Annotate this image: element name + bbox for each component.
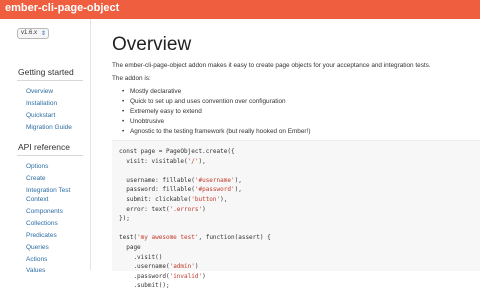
- sidebar-item-installation[interactable]: Installation: [26, 99, 57, 108]
- sidebar-item-integration-test[interactable]: Integration Test: [26, 186, 70, 195]
- code-line: submit: clickable('button'),: [119, 196, 228, 203]
- feature-bullet: Mostly declarative: [122, 88, 181, 95]
- feature-bullet: Unobtrusive: [122, 118, 164, 125]
- sidebar-item-integration-test-context[interactable]: Context: [26, 195, 48, 204]
- version-select-value: v1.6.x: [21, 30, 38, 36]
- sidebar-item-collections[interactable]: Collections: [26, 219, 58, 228]
- sidebar-item-values[interactable]: Values: [26, 266, 45, 275]
- top-bar: ember-cli-page-object: [0, 0, 480, 19]
- site-title[interactable]: ember-cli-page-object: [5, 2, 119, 14]
- code-line: username: fillable('#username'),: [119, 176, 242, 184]
- code-line: });: [119, 215, 130, 223]
- sidebar-item-quickstart[interactable]: Quickstart: [26, 111, 55, 120]
- feature-bullet: Quick to set up and uses convention over…: [122, 98, 286, 105]
- code-block: const page = PageObject.create({ visit: …: [112, 140, 480, 289]
- code-line: .username('admin'): [119, 263, 199, 271]
- intro-paragraph: The ember-cli-page-object addon makes it…: [112, 62, 431, 69]
- chevron-updown-icon: ⇕: [40, 31, 46, 37]
- sidebar-item-predicates[interactable]: Predicates: [26, 231, 57, 240]
- sidebar-heading-api-reference: API reference: [18, 142, 70, 152]
- sidebar-heading-getting-started: Getting started: [18, 67, 74, 77]
- sidebar-divider: [17, 155, 83, 156]
- code-line: visit: visitable('/'),: [119, 157, 206, 165]
- sidebar-divider: [17, 80, 83, 81]
- sidebar-item-migration-guide[interactable]: Migration Guide: [26, 123, 72, 132]
- sidebar-item-overview[interactable]: Overview: [26, 87, 53, 96]
- sidebar-item-actions[interactable]: Actions: [26, 255, 47, 264]
- code-line: .password('invalid'): [119, 272, 206, 280]
- version-select[interactable]: v1.6.x ⇕: [17, 28, 49, 39]
- feature-bullet: Extremely easy to extend: [122, 108, 202, 115]
- sidebar-item-create[interactable]: Create: [26, 174, 46, 183]
- sidebar-item-components[interactable]: Components: [26, 207, 63, 216]
- page-title: Overview: [112, 34, 192, 55]
- addon-is-label: The addon is:: [112, 75, 151, 82]
- code-line: error: text('.errors'): [119, 205, 206, 213]
- code-line: .visit(): [119, 253, 163, 261]
- code-line: page: [119, 244, 141, 251]
- sidebar-item-options[interactable]: Options: [26, 162, 48, 171]
- sidebar-item-queries[interactable]: Queries: [26, 243, 49, 252]
- code-line: .submit();: [119, 282, 170, 289]
- code-line: password: fillable('#password'),: [119, 186, 242, 194]
- code-line: const page = PageObject.create({: [119, 148, 235, 155]
- feature-bullet: Agnostic to the testing framework (but r…: [122, 128, 310, 135]
- code-line: test('my awesome test', function(assert)…: [119, 234, 271, 242]
